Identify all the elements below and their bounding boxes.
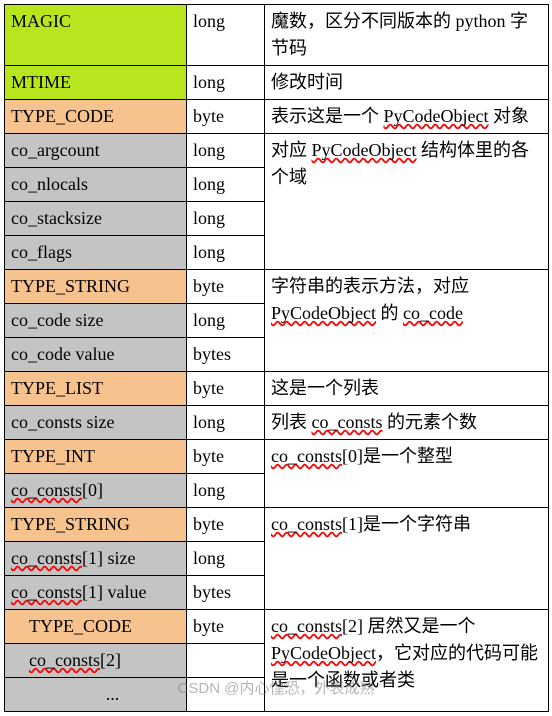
field-name: TYPE_LIST: [5, 372, 187, 406]
field-type: long: [187, 168, 265, 202]
table-row: co_argcountlong对应 PyCodeObject 结构体里的各个域: [5, 134, 549, 168]
field-description: co_consts[0]是一个整型: [265, 440, 549, 508]
field-name: co_stacksize: [5, 202, 187, 236]
field-type: long: [187, 406, 265, 440]
field-name: TYPE_STRING: [5, 508, 187, 542]
field-name: co_flags: [5, 236, 187, 270]
field-description: 表示这是一个 PyCodeObject 对象: [265, 100, 549, 134]
field-type: byte: [187, 100, 265, 134]
field-type: long: [187, 236, 265, 270]
field-description: co_consts[1]是一个字符串: [265, 508, 549, 610]
field-name: MAGIC: [5, 5, 187, 66]
field-description: 修改时间: [265, 66, 549, 100]
field-type: byte: [187, 270, 265, 304]
field-name: co_consts[0]: [5, 474, 187, 508]
field-description: 列表 co_consts 的元素个数: [265, 406, 549, 440]
table-row: TYPE_LISTbyte这是一个列表: [5, 372, 549, 406]
field-type: [187, 678, 265, 712]
field-description: co_consts[2] 居然又是一个 PyCodeObject，它对应的代码可…: [265, 610, 549, 712]
field-description: 对应 PyCodeObject 结构体里的各个域: [265, 134, 549, 270]
field-name: co_code value: [5, 338, 187, 372]
field-name: TYPE_INT: [5, 440, 187, 474]
field-name: TYPE_STRING: [5, 270, 187, 304]
field-name: ...: [5, 678, 187, 712]
pyc-structure-table: MAGIClong魔数，区分不同版本的 python 字节码MTIMElong修…: [4, 4, 549, 712]
field-type: bytes: [187, 338, 265, 372]
field-type: long: [187, 304, 265, 338]
field-name: TYPE_CODE: [5, 100, 187, 134]
table-row: co_consts sizelong列表 co_consts 的元素个数: [5, 406, 549, 440]
field-name: TYPE_CODE: [5, 610, 187, 644]
field-name: MTIME: [5, 66, 187, 100]
field-type: long: [187, 134, 265, 168]
field-name: co_consts[2]: [5, 644, 187, 678]
field-type: byte: [187, 440, 265, 474]
field-type: long: [187, 5, 265, 66]
field-name: co_consts size: [5, 406, 187, 440]
table-row: TYPE_STRINGbyteco_consts[1]是一个字符串: [5, 508, 549, 542]
table-row: MAGIClong魔数，区分不同版本的 python 字节码: [5, 5, 549, 66]
field-description: 字符串的表示方法，对应 PyCodeObject 的 co_code: [265, 270, 549, 372]
field-type: bytes: [187, 576, 265, 610]
field-description: 这是一个列表: [265, 372, 549, 406]
table-row: TYPE_STRINGbyte字符串的表示方法，对应 PyCodeObject …: [5, 270, 549, 304]
table-row: TYPE_CODEbyteco_consts[2] 居然又是一个 PyCodeO…: [5, 610, 549, 644]
table-row: TYPE_CODEbyte表示这是一个 PyCodeObject 对象: [5, 100, 549, 134]
field-name: co_argcount: [5, 134, 187, 168]
field-name: co_nlocals: [5, 168, 187, 202]
table-row: MTIMElong修改时间: [5, 66, 549, 100]
field-type: long: [187, 66, 265, 100]
field-name: co_consts[1] value: [5, 576, 187, 610]
field-type: long: [187, 542, 265, 576]
field-name: co_consts[1] size: [5, 542, 187, 576]
field-type: long: [187, 202, 265, 236]
field-type: byte: [187, 508, 265, 542]
field-type: [187, 644, 265, 678]
field-name: co_code size: [5, 304, 187, 338]
field-description: 魔数，区分不同版本的 python 字节码: [265, 5, 549, 66]
field-type: byte: [187, 610, 265, 644]
table-row: TYPE_INTbyteco_consts[0]是一个整型: [5, 440, 549, 474]
field-type: long: [187, 474, 265, 508]
field-type: byte: [187, 372, 265, 406]
